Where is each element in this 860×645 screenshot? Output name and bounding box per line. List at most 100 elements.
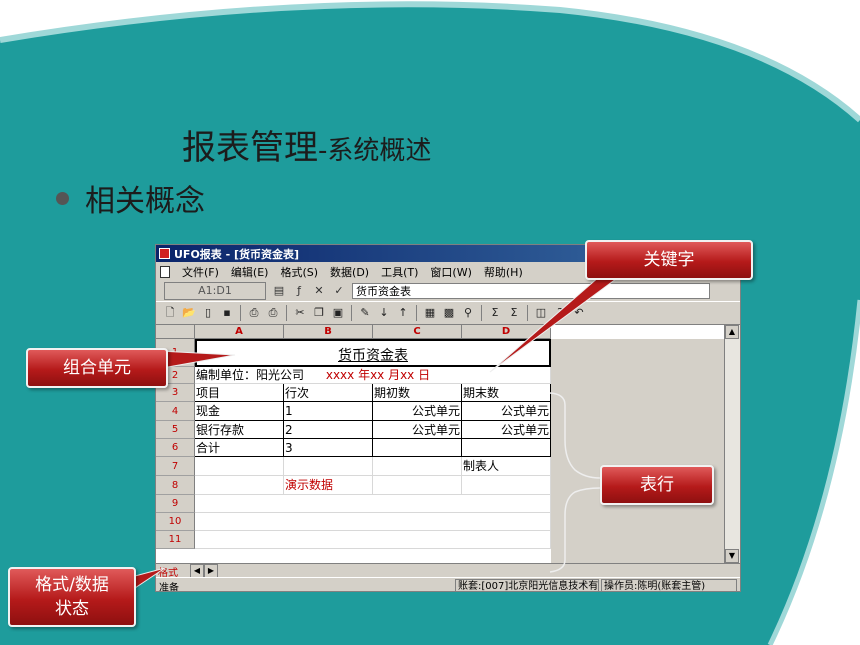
column-header-b[interactable]: B (284, 325, 373, 339)
table-cell[interactable] (284, 457, 373, 476)
toolbar-separator (351, 305, 352, 321)
menu-data[interactable]: 数据(D) (330, 264, 369, 280)
column-header-c[interactable]: C (373, 325, 462, 339)
app-icon (159, 248, 170, 259)
row-header[interactable]: 11 (156, 531, 195, 549)
menu-window[interactable]: 窗口(W) (430, 264, 471, 280)
merged-title-cell[interactable]: 货币资金表 (195, 339, 551, 367)
unit-label: 编制单位：阳光公司 (196, 368, 305, 382)
header-cell[interactable]: 期初数 (373, 384, 462, 402)
title-cell-text: 货币资金表 (338, 348, 408, 364)
preview-icon[interactable]: ⎙ (246, 305, 262, 321)
table-row[interactable] (195, 495, 551, 513)
status-account: 账套:[007]北京阳光信息技术有限公司 (455, 578, 599, 591)
sheet-tab-bar: 格式 ◀ ▶ (156, 563, 740, 579)
table-row[interactable] (195, 513, 551, 531)
paste-icon[interactable]: ▣ (330, 305, 346, 321)
table-cell[interactable] (373, 439, 462, 457)
help-icon[interactable]: ? (552, 305, 568, 321)
table-cell[interactable] (373, 457, 462, 476)
column-header-d[interactable]: D (462, 325, 551, 339)
column-header-a[interactable]: A (195, 325, 284, 339)
table-cell[interactable] (462, 439, 551, 457)
scroll-down-icon[interactable]: ▼ (725, 549, 739, 563)
format-painter-icon[interactable]: ✎ (357, 305, 373, 321)
row-header[interactable]: 4 (156, 402, 195, 421)
corner-header[interactable] (156, 325, 195, 339)
header-cell[interactable]: 项目 (195, 384, 284, 402)
tab-prev-icon[interactable]: ◀ (190, 564, 204, 578)
calculator-icon[interactable]: ▤ (272, 284, 286, 298)
print-icon[interactable]: ⎙ (265, 305, 281, 321)
table-cell[interactable]: 合计 (195, 439, 284, 457)
menu-edit[interactable]: 编辑(E) (231, 264, 269, 280)
menu-help[interactable]: 帮助(H) (484, 264, 523, 280)
grid-icon[interactable]: ▩ (441, 305, 457, 321)
status-operator: 操作员:陈明(账套主管) (601, 578, 737, 591)
table-cell[interactable]: 公式单元 (373, 421, 462, 439)
table-row[interactable] (195, 531, 551, 549)
formula-input[interactable]: 货币资金表 (352, 283, 710, 299)
table-cell[interactable]: 1 (284, 402, 373, 421)
table-cell[interactable]: 公式单元 (462, 402, 551, 421)
toolbar: 🗋 📂 ▯ ▪ ⎙ ⎙ ✂ ❐ ▣ ✎ ↓ ↑ ▦ ▩ ⚲ Σ Σ ◫ ? ↶ (156, 301, 740, 325)
header-cell[interactable]: 行次 (284, 384, 373, 402)
row-header[interactable]: 6 (156, 439, 195, 457)
sort-desc-icon[interactable]: ↑ (395, 305, 411, 321)
date-keyword: xxxx 年xx 月xx 日 (325, 368, 431, 382)
table-cell[interactable] (195, 476, 284, 495)
save-icon[interactable]: ▪ (219, 305, 235, 321)
toolbar-separator (481, 305, 482, 321)
open-icon[interactable]: 📂 (181, 305, 197, 321)
table-cell[interactable] (373, 476, 462, 495)
vertical-scrollbar[interactable]: ▲ ▼ (724, 325, 740, 563)
doc-icon[interactable]: ▯ (200, 305, 216, 321)
cut-icon[interactable]: ✂ (292, 305, 308, 321)
bullet-text: 相关概念 (85, 184, 205, 219)
confirm-icon[interactable]: ✓ (332, 284, 346, 298)
header-cell[interactable]: 期末数 (462, 384, 551, 402)
cell-reference-box[interactable]: A1:D1 (164, 282, 266, 300)
menu-file[interactable]: 文件(F) (182, 264, 219, 280)
callout-merged-cell-text: 组合单元 (63, 358, 131, 378)
table-cell[interactable] (195, 457, 284, 476)
table-icon[interactable]: ▦ (422, 305, 438, 321)
menu-format[interactable]: 格式(S) (280, 264, 318, 280)
find-icon[interactable]: ⚲ (460, 305, 476, 321)
sort-asc-icon[interactable]: ↓ (376, 305, 392, 321)
row-2-cell[interactable]: 编制单位：阳光公司 xxxx 年xx 月xx 日 (195, 367, 551, 384)
menu-tools[interactable]: 工具(T) (381, 264, 418, 280)
demo-data-cell[interactable]: 演示数据 (284, 476, 373, 495)
tab-next-icon[interactable]: ▶ (204, 564, 218, 578)
table-cell[interactable]: 现金 (195, 402, 284, 421)
row-header[interactable]: 10 (156, 513, 195, 531)
chart-icon[interactable]: ◫ (533, 305, 549, 321)
table-cell[interactable]: 银行存款 (195, 421, 284, 439)
table-cell[interactable]: 公式单元 (373, 402, 462, 421)
row-header[interactable]: 7 (156, 457, 195, 476)
copy-icon[interactable]: ❐ (311, 305, 327, 321)
undo-icon[interactable]: ↶ (571, 305, 587, 321)
row-header[interactable]: 5 (156, 421, 195, 439)
table-cell[interactable] (462, 476, 551, 495)
ufo-report-window: UFO报表 - [货币资金表] 文件(F) 编辑(E) 格式(S) 数据(D) … (155, 244, 741, 592)
toolbar-separator (240, 305, 241, 321)
sum2-icon[interactable]: Σ (506, 305, 522, 321)
slide-title-main: 报表管理 (182, 128, 318, 168)
row-header[interactable]: 8 (156, 476, 195, 495)
new-icon[interactable]: 🗋 (162, 305, 178, 321)
preparer-cell[interactable]: 制表人 (462, 457, 551, 476)
table-cell[interactable]: 3 (284, 439, 373, 457)
row-header[interactable]: 9 (156, 495, 195, 513)
fx-icon[interactable]: ƒ (292, 284, 306, 298)
status-bar: 准备 账套:[007]北京阳光信息技术有限公司 操作员:陈明(账套主管) (156, 577, 740, 591)
slide-title: 报表管理-系统概述 (182, 120, 431, 169)
callout-table-row-text: 表行 (640, 475, 674, 495)
bullet-dot-icon (56, 191, 69, 205)
scroll-up-icon[interactable]: ▲ (725, 325, 739, 339)
document-icon[interactable] (160, 265, 170, 278)
table-cell[interactable]: 公式单元 (462, 421, 551, 439)
cancel-icon[interactable]: ✕ (312, 284, 326, 298)
table-cell[interactable]: 2 (284, 421, 373, 439)
sum-icon[interactable]: Σ (487, 305, 503, 321)
